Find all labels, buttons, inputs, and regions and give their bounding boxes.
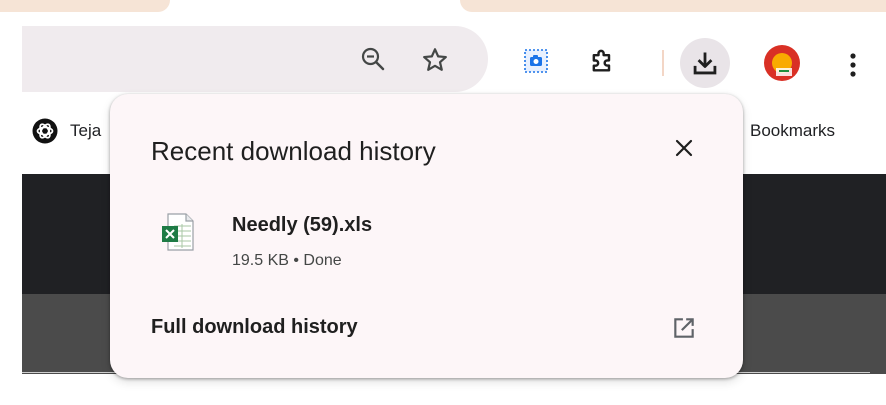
inactive-tab-edge[interactable] <box>460 0 886 12</box>
bookmark-teja[interactable]: Teja <box>32 116 101 146</box>
bookmark-label: Teja <box>70 121 102 140</box>
full-download-history-link[interactable]: Full download history <box>151 316 358 339</box>
google-lens-icon[interactable] <box>521 46 551 76</box>
tab-strip <box>0 0 886 22</box>
open-in-new-icon[interactable] <box>668 312 700 344</box>
browser-toolbar <box>0 22 886 98</box>
bookmark-label: Bookmarks <box>750 121 836 140</box>
downloads-button[interactable] <box>680 38 730 88</box>
active-tab-edge[interactable] <box>0 0 170 12</box>
all-bookmarks-button[interactable]: Bookmarks <box>750 116 835 146</box>
download-icon <box>691 49 719 77</box>
close-icon <box>674 138 694 158</box>
toolbar-divider <box>662 50 664 76</box>
excel-file-icon[interactable] <box>160 212 196 252</box>
more-menu-icon[interactable] <box>838 48 868 82</box>
popup-title: Recent download history <box>151 136 436 166</box>
download-file-name[interactable]: Needly (59).xls <box>232 214 372 237</box>
download-file-meta: 19.5 KB • Done <box>232 252 342 269</box>
avatar-icon[interactable] <box>762 43 802 83</box>
zoom-out-icon[interactable] <box>356 42 390 76</box>
close-button[interactable] <box>666 130 702 166</box>
extensions-icon[interactable] <box>585 44 619 78</box>
download-history-popup: Recent download history Needly (59).xls … <box>110 94 743 378</box>
star-icon[interactable] <box>417 42 453 78</box>
chatgpt-icon <box>32 118 58 144</box>
